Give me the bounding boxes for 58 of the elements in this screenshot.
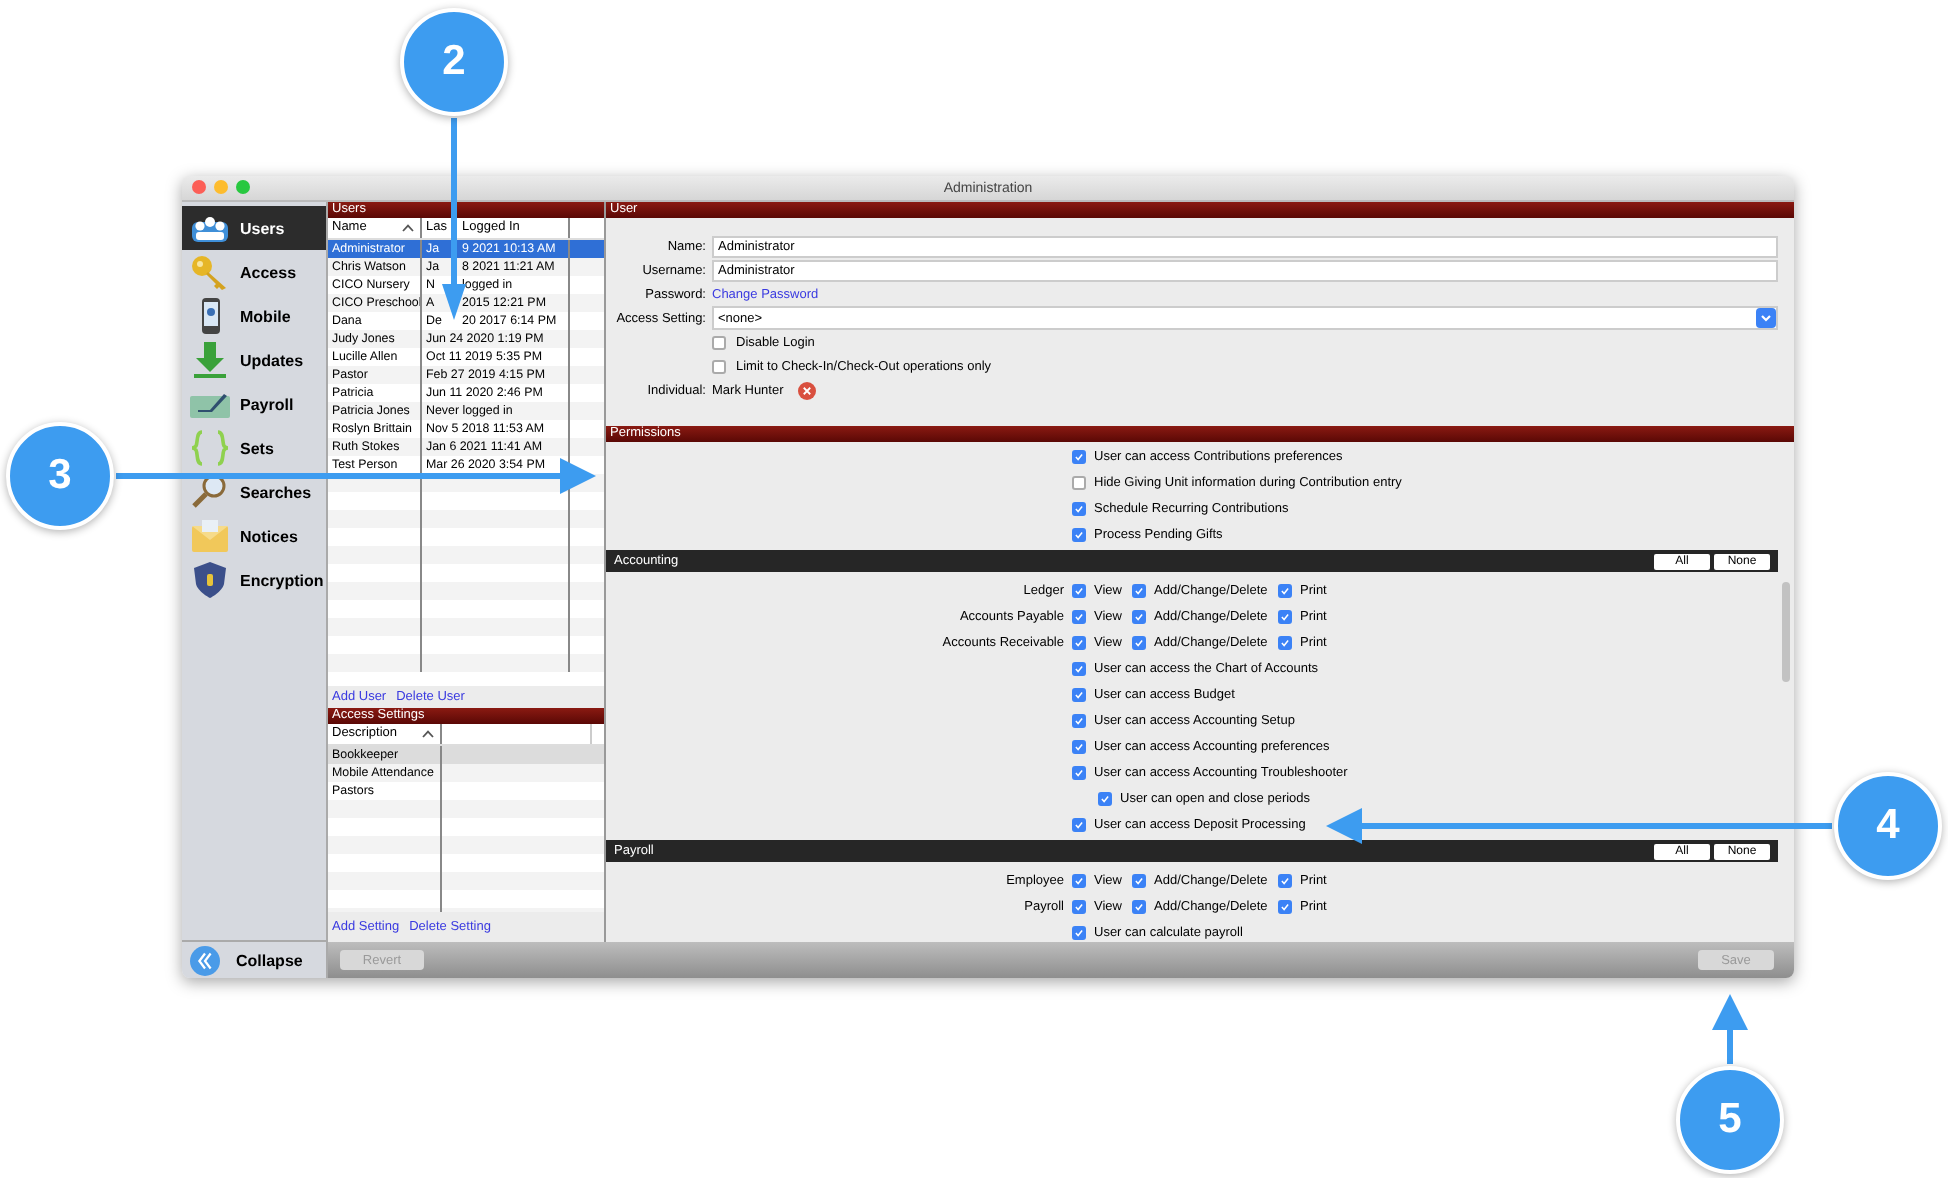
checkbox[interactable] — [1278, 874, 1292, 888]
zoom-window-button[interactable] — [236, 180, 250, 194]
checkbox[interactable] — [1072, 476, 1086, 490]
sidebar-item[interactable]: Notices — [182, 514, 326, 558]
sidebar-item[interactable]: Searches — [182, 470, 326, 514]
checkbox[interactable] — [1132, 610, 1146, 624]
braces-icon — [190, 430, 230, 466]
checkbox[interactable] — [1098, 792, 1112, 806]
sidebar-item[interactable]: Users — [182, 206, 326, 250]
checkbox[interactable] — [1072, 900, 1086, 914]
callout-badge: 5 — [1676, 1066, 1784, 1174]
checkbox[interactable] — [1278, 584, 1292, 598]
checkbox[interactable] — [1072, 740, 1086, 754]
checkbox[interactable] — [1072, 714, 1086, 728]
sort-caret-icon — [422, 730, 434, 738]
checkbox[interactable] — [712, 335, 726, 349]
sidebar-item[interactable]: Encryption — [182, 558, 326, 602]
download-icon — [190, 342, 230, 378]
envelope-icon — [190, 518, 230, 554]
sidebar-item[interactable]: Access — [182, 250, 326, 294]
double-chevron-icon — [190, 945, 220, 975]
checkbox[interactable] — [1072, 528, 1086, 542]
checkbox[interactable] — [1072, 610, 1086, 624]
checkbox[interactable] — [1072, 662, 1086, 676]
checkbox[interactable] — [1278, 610, 1292, 624]
checkbox[interactable] — [1072, 874, 1086, 888]
remove-icon[interactable] — [797, 381, 816, 399]
callout-badge: 4 — [1834, 772, 1942, 880]
checkbox[interactable] — [1132, 584, 1146, 598]
sidebar-item[interactable]: Mobile — [182, 294, 326, 338]
checkbox[interactable] — [1278, 636, 1292, 650]
checkbox[interactable] — [1132, 900, 1146, 914]
callout-arrow — [1712, 994, 1748, 1064]
checkbox[interactable] — [1072, 450, 1086, 464]
checkbox[interactable] — [1072, 584, 1086, 598]
key-icon — [190, 254, 230, 290]
callout-badge: 2 — [400, 8, 508, 116]
checkbox[interactable] — [712, 359, 726, 373]
scrollbar-thumb[interactable] — [1782, 582, 1790, 682]
shield-icon — [190, 562, 230, 598]
sidebar-item[interactable]: Sets — [182, 426, 326, 470]
sort-caret-icon — [402, 224, 414, 232]
callout-badge: 3 — [6, 422, 114, 530]
sidebar-item[interactable]: Updates — [182, 338, 326, 382]
checkbox[interactable] — [1278, 900, 1292, 914]
checkbox[interactable] — [1072, 502, 1086, 516]
sidebar-item[interactable]: Payroll — [182, 382, 326, 426]
checkbox[interactable] — [1072, 766, 1086, 780]
search-icon — [190, 474, 230, 510]
dropdown-chevron-icon — [1756, 308, 1776, 328]
checkbox[interactable] — [1072, 688, 1086, 702]
collapse-button[interactable]: Collapse — [182, 940, 326, 978]
checkbox[interactable] — [1072, 636, 1086, 650]
checkbox[interactable] — [1132, 874, 1146, 888]
checkbox[interactable] — [1072, 818, 1086, 832]
checkbox[interactable] — [1132, 636, 1146, 650]
checkbox[interactable] — [1072, 926, 1086, 940]
close-window-button[interactable] — [192, 180, 206, 194]
